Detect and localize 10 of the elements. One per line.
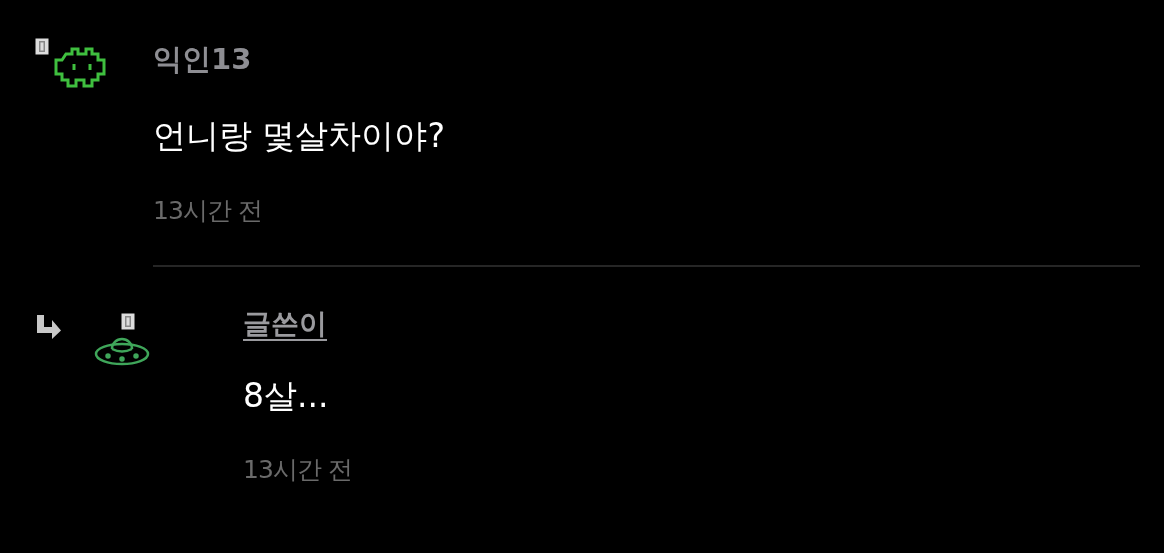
missing-glyph-icon [121, 313, 135, 330]
username[interactable]: 익인13 [153, 38, 445, 80]
missing-glyph-icon [35, 38, 49, 55]
comment-text: 8살... [243, 375, 330, 417]
username[interactable]: 글쓴이 [243, 303, 352, 345]
timestamp: 13시간 전 [243, 454, 352, 486]
ufo-icon [94, 335, 150, 367]
reply-arrow-icon [35, 313, 63, 339]
comment-text: 언니랑 몇살차이야? [153, 115, 445, 157]
timestamp: 13시간 전 [153, 195, 263, 227]
